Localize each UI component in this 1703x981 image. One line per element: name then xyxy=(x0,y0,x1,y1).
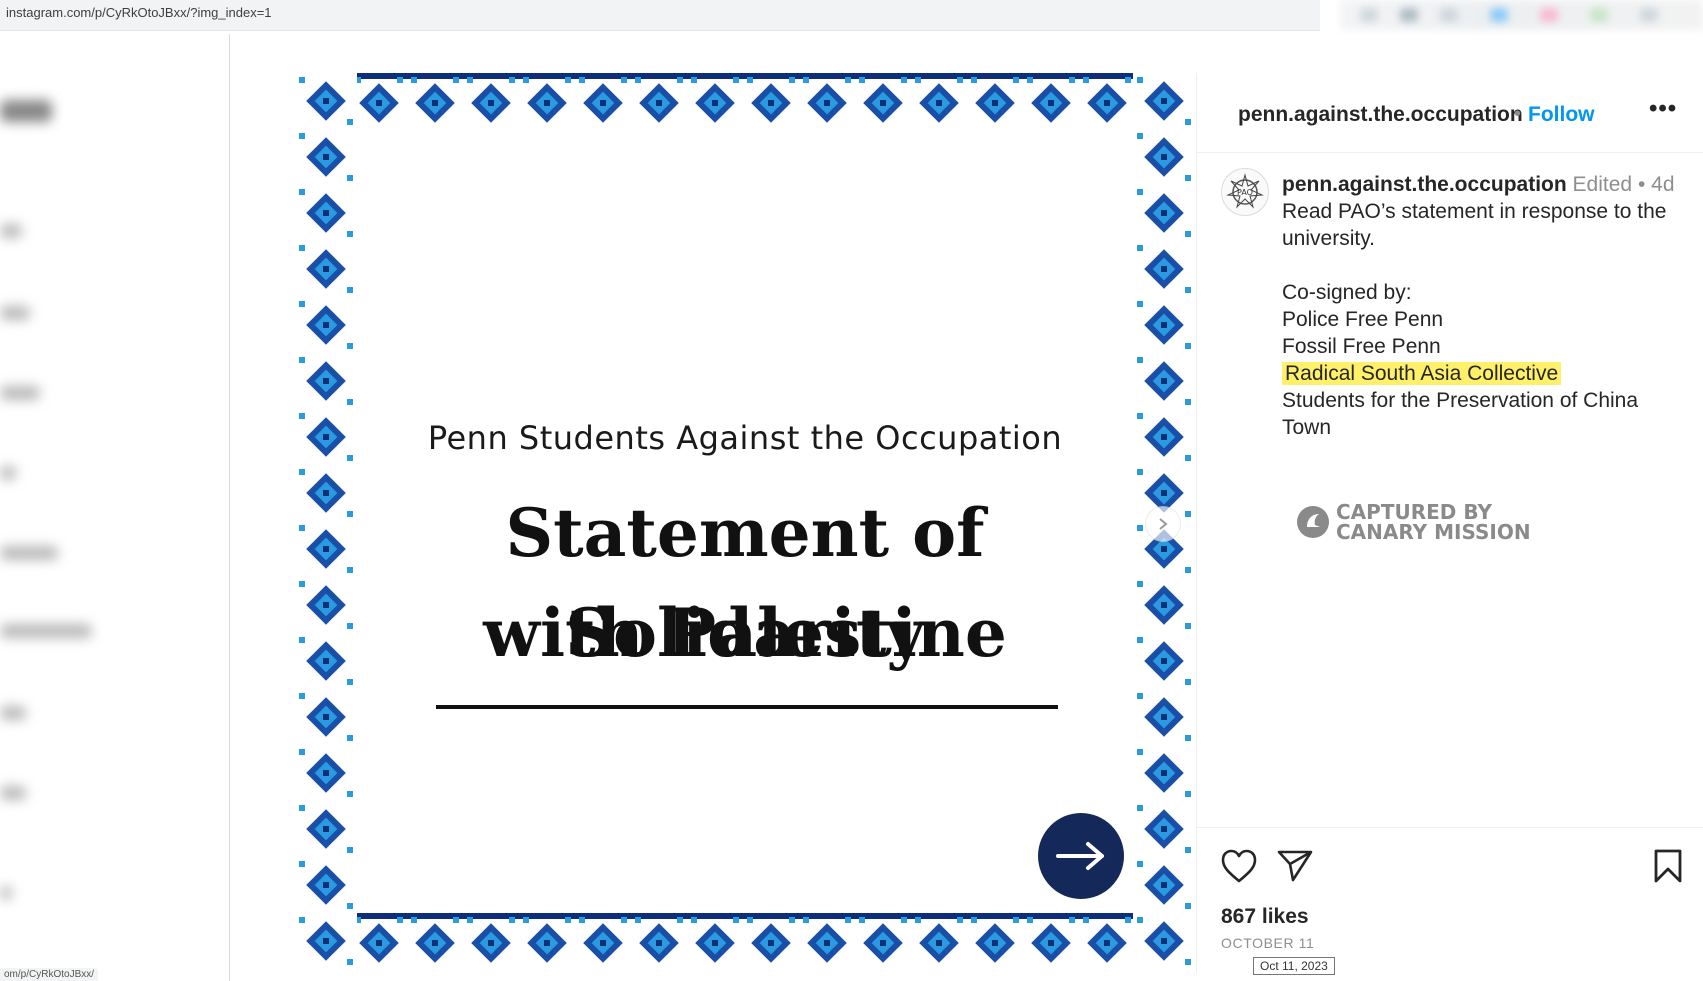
likes-count[interactable]: 867 likes xyxy=(1221,905,1309,929)
status-bar-url: om/p/CyRkOtoJBxx/ xyxy=(0,968,99,981)
pattern-border-bottom xyxy=(295,913,1195,973)
avatar-logo-icon: PAO xyxy=(1226,173,1264,209)
sidebar-item-blurred[interactable] xyxy=(0,786,26,800)
image-title-line2: with Palestine xyxy=(483,594,1007,672)
header-separator: • xyxy=(1514,103,1522,125)
sidebar-item-blurred[interactable] xyxy=(0,886,12,900)
caption-age[interactable]: 4d xyxy=(1651,173,1674,196)
post-details-panel: penn.against.the.occupation • Follow •••… xyxy=(1196,73,1703,973)
browser-toolbar-extensions xyxy=(1340,0,1703,30)
browser-address-bar[interactable]: instagram.com/p/CyRkOtoJBxx/?img_index=1 xyxy=(0,0,1320,31)
pattern-border-left xyxy=(295,73,357,973)
post-date[interactable]: OCTOBER 11 xyxy=(1221,935,1314,951)
watermark-line2: CANARY MISSION xyxy=(1336,520,1531,544)
chevron-right-icon xyxy=(1159,518,1168,530)
caption-highlighted-line: Radical South Asia Collective xyxy=(1282,362,1562,385)
carousel-next-button[interactable] xyxy=(1145,506,1181,542)
post-header: penn.against.the.occupation • Follow ••• xyxy=(1197,73,1703,153)
sidebar-item-blurred[interactable] xyxy=(0,224,22,238)
post-caption: penn.against.the.occupation Edited • 4d … xyxy=(1282,171,1677,441)
post-actions: 867 likes OCTOBER 11 xyxy=(1197,827,1703,974)
watermark: CAPTURED BY CANARY MISSION xyxy=(1296,502,1531,542)
sidebar-item-blurred[interactable] xyxy=(0,386,40,400)
sidebar-item-blurred[interactable] xyxy=(0,706,26,720)
canary-mission-logo-icon xyxy=(1297,506,1329,538)
sidebar-item-blurred[interactable] xyxy=(0,624,92,638)
caption-line: Police Free Penn xyxy=(1282,308,1444,331)
svg-text:PAO: PAO xyxy=(1237,188,1253,197)
avatar[interactable]: PAO xyxy=(1221,168,1269,216)
caption-line: Read PAO’s statement in response to the … xyxy=(1282,200,1667,250)
caption-line: Fossil Free Penn xyxy=(1282,335,1441,358)
image-content-panel: Penn Students Against the Occupation Sta… xyxy=(357,133,1133,913)
caption-line: Students for the Preservation of China T… xyxy=(1282,389,1639,439)
heart-icon[interactable] xyxy=(1220,848,1258,884)
sidebar-logo-blurred xyxy=(0,100,52,122)
pattern-border-top xyxy=(295,73,1195,133)
sidebar-item-blurred[interactable] xyxy=(0,546,58,560)
image-divider xyxy=(436,705,1058,709)
url-text[interactable]: instagram.com/p/CyRkOtoJBxx/?img_index=1 xyxy=(6,5,272,20)
caption-line: Co-signed by: xyxy=(1282,281,1412,304)
sidebar-nav xyxy=(0,34,230,981)
caption-username[interactable]: penn.against.the.occupation xyxy=(1282,173,1567,196)
watermark-line1: CAPTURED BY xyxy=(1336,500,1492,524)
header-username[interactable]: penn.against.the.occupation xyxy=(1238,103,1523,127)
send-icon[interactable] xyxy=(1276,848,1314,884)
more-options-button[interactable]: ••• xyxy=(1649,95,1677,123)
post-image[interactable]: Penn Students Against the Occupation Sta… xyxy=(295,73,1195,973)
sidebar-item-blurred[interactable] xyxy=(0,466,16,480)
arrow-right-icon xyxy=(1056,842,1104,870)
sidebar-item-blurred[interactable] xyxy=(0,306,30,320)
image-next-badge xyxy=(1038,813,1124,899)
bookmark-icon[interactable] xyxy=(1652,848,1684,884)
date-tooltip: Oct 11, 2023 xyxy=(1253,957,1335,975)
caption-edited: Edited xyxy=(1572,173,1633,196)
image-subtitle: Penn Students Against the Occupation xyxy=(427,419,1063,457)
follow-button[interactable]: Follow xyxy=(1528,103,1595,127)
caption-separator: • xyxy=(1637,173,1646,196)
